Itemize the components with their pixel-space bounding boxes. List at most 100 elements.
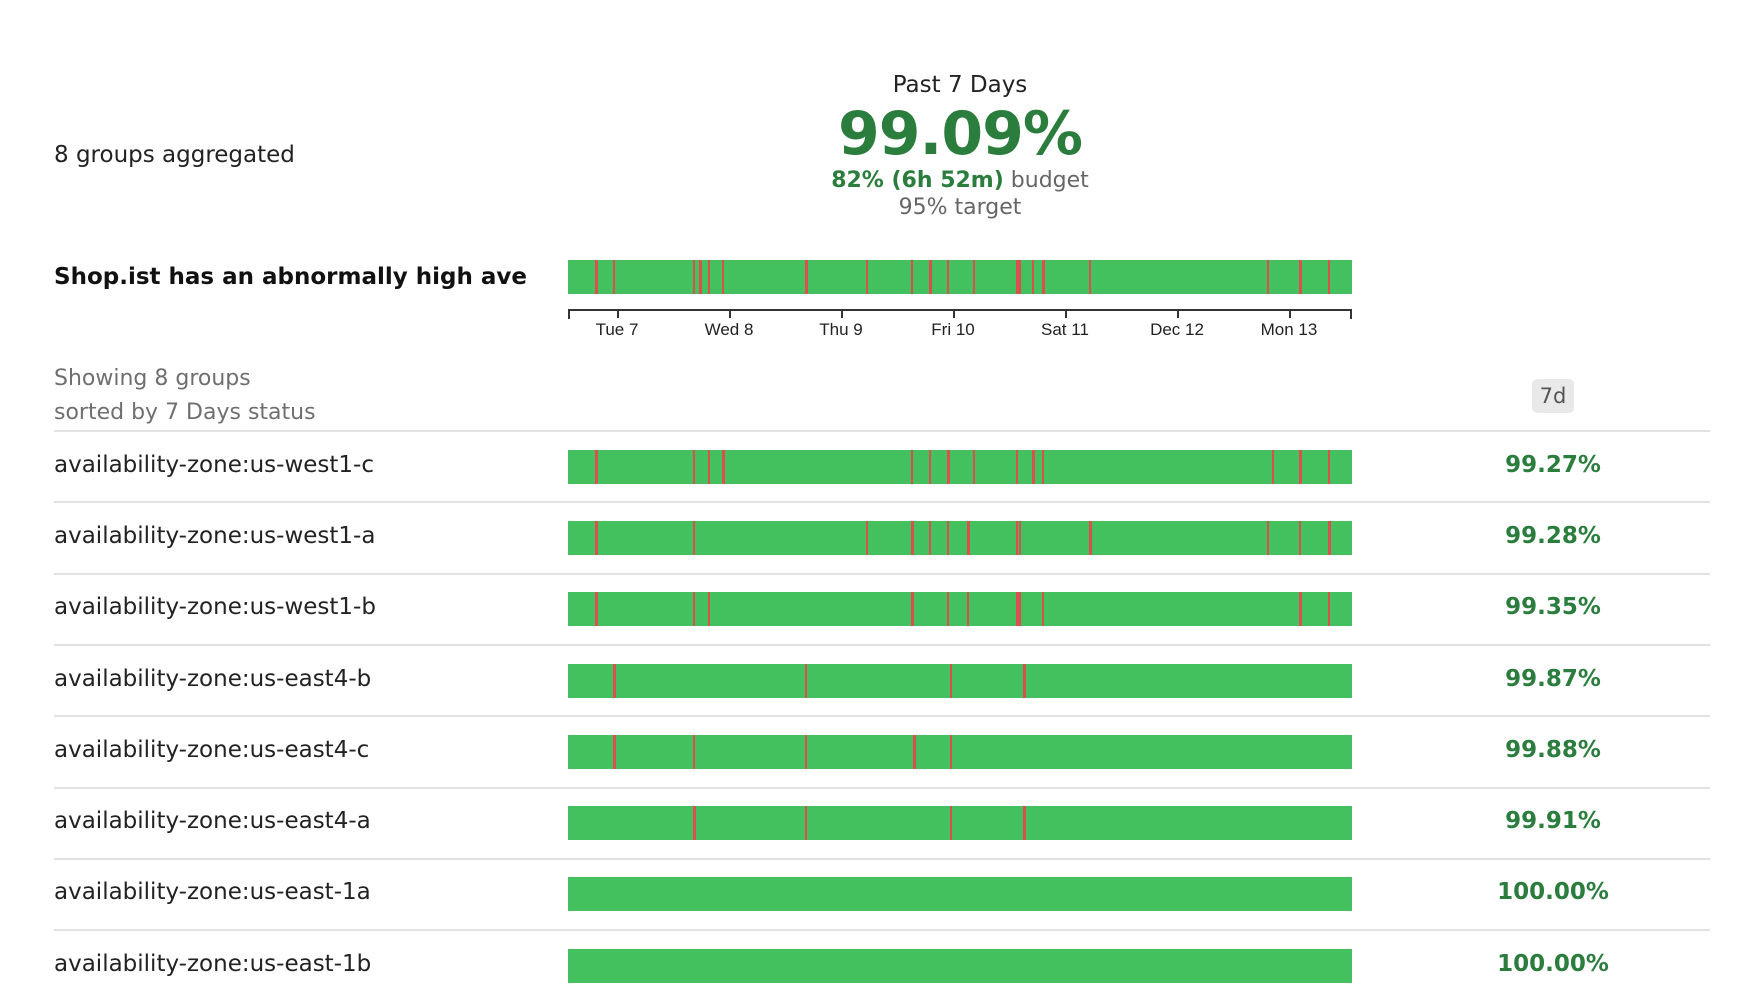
incident-marker[interactable] [804,734,807,769]
group-status-bar[interactable] [568,520,1352,555]
incident-marker[interactable] [707,260,710,294]
incident-marker[interactable] [1328,592,1331,627]
incident-marker[interactable] [911,592,915,627]
incident-marker[interactable] [1032,449,1036,484]
incident-marker[interactable] [693,806,697,841]
incident-marker[interactable] [1328,449,1331,484]
incident-marker[interactable] [1299,592,1303,627]
incident-marker[interactable] [1088,520,1092,555]
incident-marker[interactable] [865,260,868,294]
incident-marker[interactable] [693,592,696,627]
axis-tick-label: Wed 8 [704,320,754,339]
incident-marker[interactable] [1328,520,1332,555]
incident-marker[interactable] [865,520,868,555]
incident-marker[interactable] [949,806,952,841]
incident-marker[interactable] [1018,260,1021,294]
incident-marker[interactable] [973,449,976,484]
incident-marker[interactable] [595,520,599,555]
axis-tick [1064,309,1067,318]
group-status-bar[interactable] [568,877,1352,912]
incident-marker[interactable] [595,449,599,484]
group-name[interactable]: availability-zone:us-west1-c [54,452,374,478]
row-divider [54,572,1710,575]
incident-marker[interactable] [693,449,696,484]
group-uptime-value: 99.87% [1505,665,1601,692]
axis-tick [617,309,619,318]
incident-marker[interactable] [1018,520,1021,555]
group-status-bar[interactable] [568,449,1352,484]
incident-marker[interactable] [1042,260,1046,294]
incident-marker[interactable] [707,449,710,484]
incident-marker[interactable] [804,663,807,698]
incident-marker[interactable] [613,260,616,294]
incident-marker[interactable] [1022,663,1026,698]
incident-marker[interactable] [693,520,696,555]
axis-tick [1288,309,1291,318]
incident-marker[interactable] [1267,520,1270,555]
incident-marker[interactable] [912,734,916,769]
incident-marker[interactable] [1015,520,1018,555]
group-status-bar[interactable] [568,734,1352,769]
incident-marker[interactable] [1015,449,1018,484]
axis-tick-label: Sat 11 [1041,320,1089,339]
incident-marker[interactable] [595,592,599,627]
incident-marker[interactable] [949,663,952,698]
incident-marker[interactable] [947,592,950,627]
incident-marker[interactable] [698,260,702,294]
incident-marker[interactable] [949,734,952,769]
group-name[interactable]: availability-zone:us-east-1b [54,951,371,977]
incident-marker[interactable] [1272,449,1275,484]
incident-marker[interactable] [1299,449,1303,484]
incident-marker[interactable] [947,260,950,294]
showing-count: Showing 8 groups [54,366,251,391]
incident-marker[interactable] [804,260,808,294]
incident-marker[interactable] [1022,806,1026,841]
incident-marker[interactable] [967,520,971,555]
incident-marker[interactable] [967,592,970,627]
group-name[interactable]: availability-zone:us-west1-a [54,523,375,549]
group-name[interactable]: availability-zone:us-west1-b [54,594,376,620]
axis-tick-label: Tue 7 [595,320,639,339]
group-name[interactable]: availability-zone:us-east-1a [54,879,371,905]
incident-marker[interactable] [1042,449,1045,484]
incident-marker[interactable] [613,663,617,698]
incident-marker[interactable] [947,449,951,484]
incident-marker[interactable] [693,734,696,769]
incident-marker[interactable] [1267,260,1270,294]
error-budget-word: budget [1003,168,1089,193]
row-divider [54,430,1710,432]
incident-marker[interactable] [1299,520,1302,555]
incident-marker[interactable] [613,734,617,769]
incident-marker[interactable] [911,520,915,555]
monitor-name[interactable]: Shop.ist has an abnormally high average … [54,264,526,290]
group-name[interactable]: availability-zone:us-east4-c [54,737,369,763]
incident-marker[interactable] [721,260,724,294]
monitor-status-bar[interactable] [568,260,1352,294]
incident-marker[interactable] [1328,260,1331,294]
incident-marker[interactable] [1018,592,1021,627]
incident-marker[interactable] [947,520,950,555]
group-status-bar[interactable] [568,592,1352,627]
slo-target: 95% target [898,195,1022,220]
incident-marker[interactable] [928,520,931,555]
incident-marker[interactable] [804,806,807,841]
group-name[interactable]: availability-zone:us-east4-a [54,808,371,834]
group-name[interactable]: availability-zone:us-east4-b [54,666,371,692]
incident-marker[interactable] [1299,260,1303,294]
incident-marker[interactable] [1042,592,1045,627]
group-status-bar[interactable] [568,806,1352,841]
incident-marker[interactable] [1088,260,1091,294]
incident-marker[interactable] [721,449,725,484]
incident-marker[interactable] [595,260,599,294]
incident-marker[interactable] [693,260,696,294]
incident-marker[interactable] [928,260,932,294]
incident-marker[interactable] [707,592,710,627]
incident-marker[interactable] [973,260,976,294]
incident-marker[interactable] [911,260,914,294]
incident-marker[interactable] [1032,260,1035,294]
period-badge[interactable]: 7d [1532,379,1574,413]
group-status-bar[interactable] [568,948,1352,983]
incident-marker[interactable] [911,449,914,484]
incident-marker[interactable] [928,449,931,484]
group-status-bar[interactable] [568,663,1352,698]
